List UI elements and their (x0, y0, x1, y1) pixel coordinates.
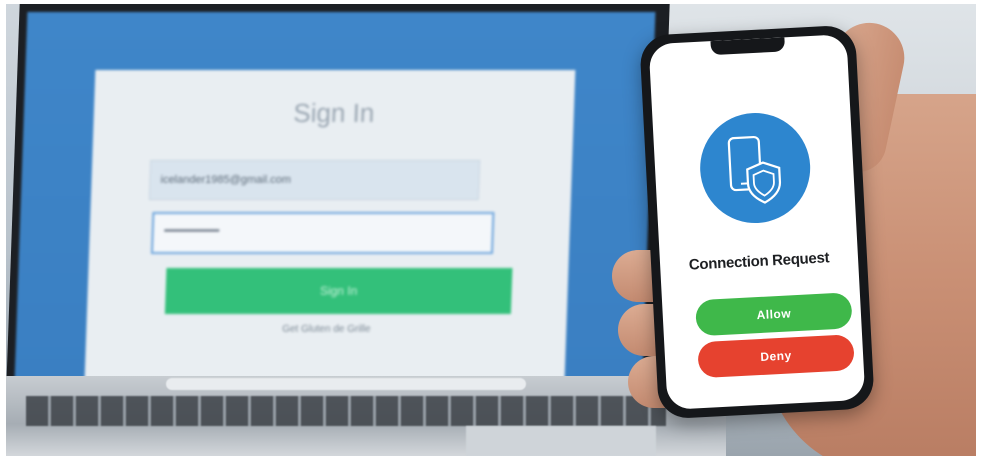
laptop-hinge (166, 378, 526, 390)
laptop-trackpad (466, 426, 656, 456)
signin-help-link[interactable]: Get Gluten de Grille (86, 324, 566, 335)
laptop-keyboard (26, 396, 666, 426)
deny-button[interactable]: Deny (697, 334, 855, 379)
laptop-lid: Sign In icelander1985@gmail.com ••••••••… (6, 4, 670, 396)
phone-shield-icon (697, 110, 813, 226)
phone-notch (710, 37, 786, 56)
laptop-screen: Sign In icelander1985@gmail.com ••••••••… (14, 12, 656, 384)
phone-screen: Connection Request Allow Deny (648, 34, 866, 410)
connection-request-title: Connection Request (688, 249, 830, 274)
signin-button[interactable]: Sign In (164, 268, 513, 314)
photo-scene: Sign In icelander1985@gmail.com ••••••••… (6, 4, 976, 456)
smartphone: Connection Request Allow Deny (639, 24, 875, 420)
email-field[interactable]: icelander1985@gmail.com (148, 160, 481, 200)
allow-button[interactable]: Allow (695, 292, 853, 337)
signin-title: Sign In (292, 98, 375, 128)
password-field[interactable]: •••••••••••••••••••••• (150, 212, 495, 254)
signin-card: Sign In icelander1985@gmail.com ••••••••… (84, 70, 576, 380)
